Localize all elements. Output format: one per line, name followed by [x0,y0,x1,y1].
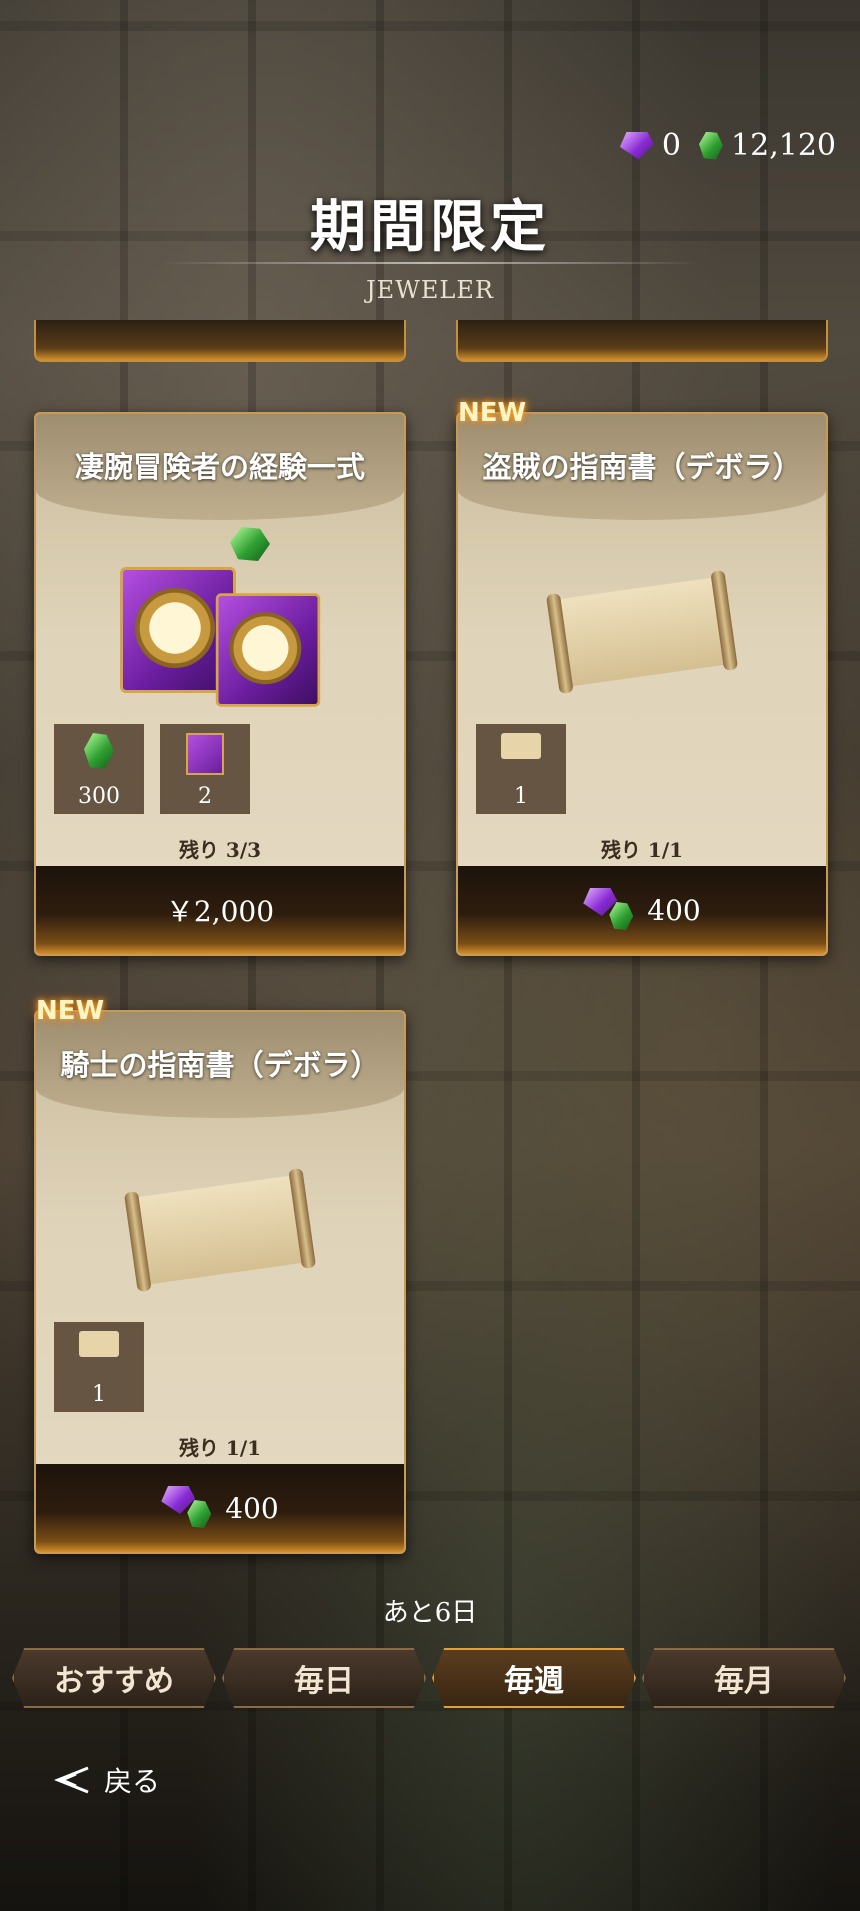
book-icon [186,733,224,775]
price-label: 400 [225,1491,279,1525]
price-label: 400 [647,893,701,927]
product-image [458,532,826,732]
remaining-stock: 残り 1/1 [600,838,684,862]
product-image [36,527,404,732]
card-stub-left[interactable] [34,320,406,362]
card-stub-right[interactable] [456,320,828,362]
buy-button[interactable]: ￥2,000 [36,866,404,954]
title-divider [160,262,700,264]
currency-display: 0 12,120 [619,128,836,163]
reward-list: 1 [54,1322,144,1412]
back-arrow-icon [53,1766,89,1794]
book-icon [215,593,321,707]
days-remaining: あと6日 [382,1598,478,1628]
reward-count: 300 [78,784,120,809]
tab-daily[interactable]: 毎日 [222,1648,426,1708]
back-button[interactable]: 戻る [52,1760,160,1800]
scroll-icon [79,1331,119,1357]
product-card-adventurer-set[interactable]: 凄腕冒険者の経験一式 300 2 残り 3/3 ￥2,000 [34,412,406,956]
page-subtitle: JEWELER [366,276,494,304]
new-badge: NEW [36,996,105,1026]
green-gem-icon [230,527,270,561]
price-label: ￥2,000 [165,895,275,928]
reward-list: 1 [476,724,566,814]
period-tabs: おすすめ 毎日 毎週 毎月 [12,1648,846,1708]
gem-bundle-icon [161,1486,215,1530]
buy-button[interactable]: 400 [458,866,826,954]
product-image [36,1130,404,1330]
purple-gem-icon [619,131,654,160]
tab-monthly[interactable]: 毎月 [642,1648,846,1708]
green-gem-icon [84,733,114,769]
back-label: 戻る [104,1765,161,1798]
product-card-knight-guide[interactable]: 騎士の指南書（デボラ） 1 残り 1/1 400 [34,1010,406,1554]
green-gem-icon [699,131,724,160]
clock-icon [135,588,215,668]
card-title: 盗賊の指南書（デボラ） [482,450,802,484]
tab-recommended[interactable]: おすすめ [12,1648,216,1708]
reward-item[interactable]: 1 [54,1322,144,1412]
reward-count: 1 [92,1382,106,1407]
scroll-icon [134,1175,306,1285]
card-title: 騎士の指南書（デボラ） [60,1048,380,1082]
scroll-icon [501,733,541,759]
reward-item[interactable]: 1 [476,724,566,814]
page-title: 期間限定 [310,194,550,260]
remaining-stock: 残り 1/1 [178,1436,262,1460]
buy-button[interactable]: 400 [36,1464,404,1552]
reward-count: 2 [198,784,212,809]
reward-item[interactable]: 300 [54,724,144,814]
reward-count: 1 [514,784,528,809]
new-badge: NEW [458,398,527,428]
purple-gem-amount: 0 [661,128,682,163]
gem-bundle-icon [583,888,637,932]
green-gem-counter: 12,120 [699,128,836,163]
scroll-icon [556,577,728,687]
reward-list: 300 2 [54,724,250,814]
reward-item[interactable]: 2 [160,724,250,814]
clock-icon [229,612,302,685]
product-card-thief-guide[interactable]: 盗賊の指南書（デボラ） 1 残り 1/1 400 [456,412,828,956]
green-gem-amount: 12,120 [731,128,836,163]
tab-weekly[interactable]: 毎週 [432,1648,636,1708]
card-title: 凄腕冒険者の経験一式 [74,450,365,484]
purple-gem-counter: 0 [619,128,682,163]
remaining-stock: 残り 3/3 [178,838,262,862]
